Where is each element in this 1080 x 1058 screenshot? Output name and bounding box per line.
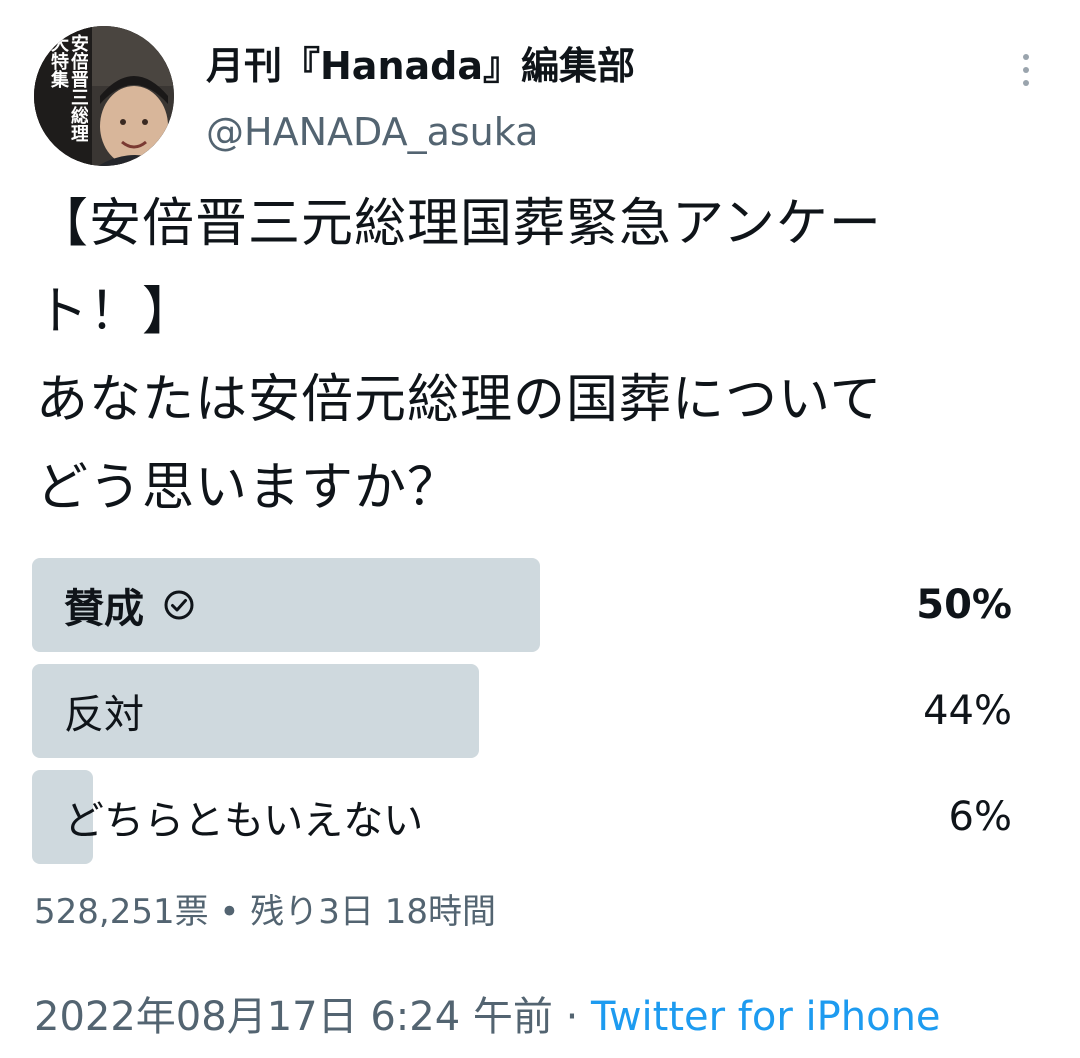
poll-meta-separator: • xyxy=(219,892,240,932)
tweet-text-line: 【安倍晋三元総理国葬緊急アンケー xyxy=(36,194,882,254)
poll-option-text: 反対 xyxy=(64,692,144,738)
poll-time-remaining: 残り3日 18時間 xyxy=(250,892,496,932)
poll-option-agree[interactable]: 賛成 50% xyxy=(32,558,1022,652)
user-handle[interactable]: @HANADA_asuka xyxy=(206,106,538,158)
check-circle-icon xyxy=(164,590,194,620)
avatar-caption: 安倍晋三総理 大特集 xyxy=(48,34,88,142)
poll-option-label: どちらともいえない xyxy=(64,770,423,864)
poll-option-percent: 50% xyxy=(916,582,1012,628)
poll-option-text: どちらともいえない xyxy=(64,798,424,844)
tweet-timestamp-row: 2022年08月17日 6:24 午前 · Twitter for iPhone xyxy=(34,984,941,1042)
more-vertical-icon[interactable] xyxy=(1008,46,1044,94)
poll-option-percent: 44% xyxy=(923,688,1012,734)
poll-option-percent: 6% xyxy=(948,794,1012,840)
tweet-text-line: どう思いますか？ xyxy=(36,458,461,518)
display-name[interactable]: 月刊『Hanada』編集部 xyxy=(206,40,635,92)
poll-option-text: 賛成 xyxy=(64,586,144,632)
poll-option-label: 反対 xyxy=(64,664,144,758)
poll-meta: 528,251票 • 残り3日 18時間 xyxy=(34,884,496,933)
tweet-date[interactable]: 2022年08月17日 xyxy=(34,994,358,1040)
tweet-text-line: ト！】 xyxy=(36,282,196,342)
avatar[interactable]: 安倍晋三総理 大特集 xyxy=(34,26,174,166)
poll-option-neutral[interactable]: どちらともいえない 6% xyxy=(32,770,1022,864)
poll-option-oppose[interactable]: 反対 44% xyxy=(32,664,1022,758)
tweet-text-line: あなたは安倍元総理の国葬について xyxy=(36,370,883,430)
poll-option-label: 賛成 xyxy=(64,558,196,652)
timestamp-separator: · xyxy=(565,994,579,1040)
poll-vote-count: 528,251票 xyxy=(34,892,209,932)
tweet-text: 【安倍晋三元総理国葬緊急アンケー ト！】 あなたは安倍元総理の国葬について どう… xyxy=(36,180,1046,532)
tweet-source-link[interactable]: Twitter for iPhone xyxy=(591,994,941,1040)
tweet-time[interactable]: 6:24 午前 xyxy=(370,994,553,1040)
tweet-detail: 安倍晋三総理 大特集 月刊『Hanada』編集部 @HANADA_asuka 【… xyxy=(0,0,1080,1058)
